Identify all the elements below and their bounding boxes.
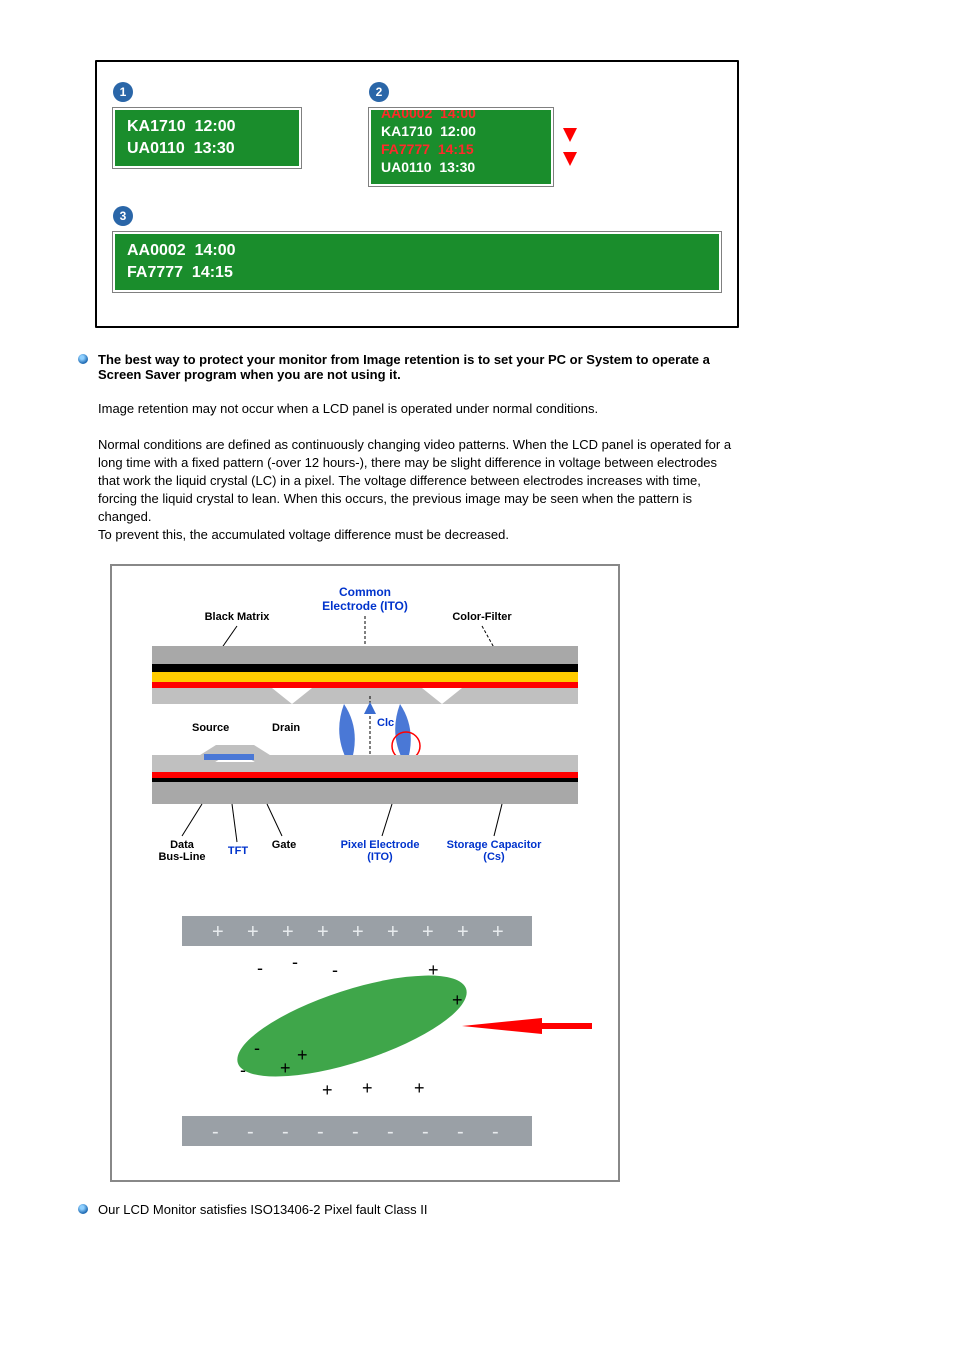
panel2: 2 AA0002 14:00 KA1710 12:00 FA7777 14:15… bbox=[369, 82, 577, 186]
lcd-diagram-svg: Common Electrode (ITO) Black Matrix Colo… bbox=[122, 576, 608, 1174]
bullet1-text: The best way to protect your monitor fro… bbox=[98, 352, 739, 382]
svg-text:+: + bbox=[282, 921, 294, 943]
svg-text:+: + bbox=[492, 921, 504, 943]
svg-text:-: - bbox=[247, 1121, 254, 1143]
svg-text:-: - bbox=[282, 1121, 289, 1143]
paragraph-1: Image retention may not occur when a LCD… bbox=[98, 400, 739, 418]
svg-text:-: - bbox=[254, 1038, 260, 1058]
panel2-l3: FA7777 14:15 bbox=[381, 140, 476, 158]
svg-text:+: + bbox=[280, 1058, 291, 1078]
svg-text:-: - bbox=[352, 1121, 359, 1143]
label-pixel-el2: (ITO) bbox=[367, 851, 393, 863]
svg-text:+: + bbox=[428, 960, 439, 980]
panel1-l2: UA0110 13:30 bbox=[127, 138, 287, 160]
bullet-icon bbox=[78, 354, 88, 364]
svg-text:+: + bbox=[322, 1080, 333, 1100]
label-gate: Gate bbox=[272, 839, 296, 851]
panel2-box: AA0002 14:00 KA1710 12:00 FA7777 14:15 U… bbox=[369, 108, 553, 186]
svg-text:+: + bbox=[317, 921, 329, 943]
lcd-structure-figure: Common Electrode (ITO) Black Matrix Colo… bbox=[110, 564, 620, 1182]
bullet-1: The best way to protect your monitor fro… bbox=[78, 352, 739, 382]
label-storage1: Storage Capacitor bbox=[447, 839, 542, 851]
bullet-2: Our LCD Monitor satisfies ISO13406-2 Pix… bbox=[78, 1202, 739, 1217]
panel1-box: KA1710 12:00 UA0110 13:30 bbox=[113, 108, 301, 168]
label-clc: Clc bbox=[377, 717, 394, 729]
svg-text:-: - bbox=[292, 952, 298, 972]
label-storage2: (Cs) bbox=[483, 851, 505, 863]
label-drain: Drain bbox=[272, 722, 300, 734]
svg-text:-: - bbox=[317, 1121, 324, 1143]
label-source: Source bbox=[192, 722, 229, 734]
arrow-down-icon bbox=[563, 128, 577, 142]
panel2-l4: UA0110 13:30 bbox=[381, 158, 476, 176]
label-common: Common bbox=[339, 585, 391, 599]
badge-3: 3 bbox=[113, 206, 133, 226]
svg-text:+: + bbox=[414, 1078, 425, 1098]
label-pixel-el1: Pixel Electrode bbox=[341, 839, 420, 851]
panel1: 1 KA1710 12:00 UA0110 13:30 bbox=[113, 82, 301, 168]
arrow-down-icon bbox=[563, 152, 577, 166]
svg-text:-: - bbox=[492, 1121, 499, 1143]
paragraph-2: Normal conditions are defined as continu… bbox=[98, 436, 739, 526]
label-color-filter: Color-Filter bbox=[452, 611, 512, 623]
panel3-l1: AA0002 14:00 bbox=[127, 240, 707, 262]
label-data-bus2: Bus-Line bbox=[158, 851, 205, 863]
svg-text:-: - bbox=[332, 960, 338, 980]
svg-text:+: + bbox=[387, 921, 399, 943]
svg-text:+: + bbox=[297, 1045, 308, 1065]
svg-text:+: + bbox=[212, 921, 224, 943]
badge-2: 2 bbox=[369, 82, 389, 102]
svg-text:+: + bbox=[362, 1078, 373, 1098]
panel2-l1: AA0002 14:00 bbox=[381, 108, 476, 122]
panel1-l1: KA1710 12:00 bbox=[127, 116, 287, 138]
svg-text:-: - bbox=[387, 1121, 394, 1143]
svg-text:+: + bbox=[452, 990, 463, 1010]
svg-text:-: - bbox=[257, 958, 263, 978]
badge-1: 1 bbox=[113, 82, 133, 102]
svg-text:-: - bbox=[422, 1121, 429, 1143]
label-electrode-top: Electrode (ITO) bbox=[322, 599, 408, 613]
panel3-box: AA0002 14:00 FA7777 14:15 bbox=[113, 232, 721, 292]
panel3: 3 AA0002 14:00 FA7777 14:15 bbox=[113, 206, 721, 292]
svg-text:+: + bbox=[457, 921, 469, 943]
panel3-l2: FA7777 14:15 bbox=[127, 262, 707, 284]
svg-text:+: + bbox=[247, 921, 259, 943]
svg-text:-: - bbox=[240, 1060, 246, 1080]
svg-text:+: + bbox=[352, 921, 364, 943]
svg-text:-: - bbox=[457, 1121, 464, 1143]
svg-text:+: + bbox=[422, 921, 434, 943]
panel2-l2: KA1710 12:00 bbox=[381, 122, 476, 140]
label-black-matrix: Black Matrix bbox=[205, 611, 271, 623]
label-tft: TFT bbox=[228, 845, 248, 857]
paragraph-3: To prevent this, the accumulated voltage… bbox=[98, 526, 739, 544]
label-data-bus1: Data bbox=[170, 839, 195, 851]
svg-text:-: - bbox=[212, 1121, 219, 1143]
scroll-arrows bbox=[559, 128, 577, 166]
flight-panels-figure: 1 KA1710 12:00 UA0110 13:30 2 AA0002 14:… bbox=[95, 60, 739, 328]
bullet-icon bbox=[78, 1204, 88, 1214]
bullet2-text: Our LCD Monitor satisfies ISO13406-2 Pix… bbox=[98, 1202, 427, 1217]
